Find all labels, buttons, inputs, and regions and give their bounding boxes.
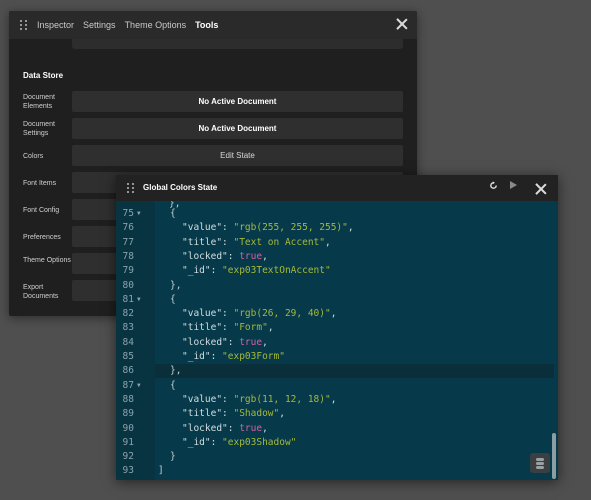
global-colors-state-window: Global Colors State }, 75 ▼{76 "value": "rg… (116, 175, 558, 480)
code-line: 86}, (116, 364, 556, 379)
close-icon[interactable] (534, 182, 548, 196)
database-icon[interactable] (530, 453, 550, 473)
line-number: 81 (122, 293, 134, 305)
line-number: 79 (122, 265, 134, 277)
code-editor[interactable]: }, 75 ▼{76 "value": "rgb(255, 255, 255)", 77… (116, 201, 558, 480)
tab-tools[interactable]: Tools (195, 20, 218, 30)
row-label-document-settings: Document Settings (23, 121, 55, 137)
row-label-font-config: Font Config (23, 207, 60, 214)
document-elements-button[interactable]: No Active Document (72, 91, 403, 112)
code-line: 79 "_id": "exp03TextOnAccent" (116, 264, 556, 278)
drag-handle-icon[interactable] (124, 181, 138, 195)
code-line: 89 "title": "Shadow", (116, 407, 556, 421)
fold-arrow-icon: ▼ (137, 295, 141, 303)
fold-arrow-icon: ▼ (137, 210, 141, 217)
line-number: 90 (122, 422, 134, 434)
line-number: 84 (122, 336, 134, 348)
line-number: 76 (122, 222, 134, 234)
code-line: 93] (116, 464, 556, 478)
row-label-document-elements: Document Elements (23, 94, 55, 110)
code-line: 80}, (116, 279, 556, 293)
line-number: 87 (122, 379, 134, 391)
code-line: 84 "locked": true, (116, 336, 556, 350)
code-line: 92} (116, 450, 556, 464)
line-number: 86 (122, 365, 134, 377)
line-number: 75 (122, 208, 134, 219)
line-number: 83 (122, 322, 134, 334)
code-line: 81 ▼{ (116, 293, 556, 307)
vertical-scrollbar[interactable] (552, 433, 556, 479)
gcs-header: Global Colors State (116, 175, 558, 201)
line-number: 88 (122, 393, 134, 405)
tab-settings[interactable]: Settings (83, 20, 116, 30)
fold-arrow-icon: ▼ (137, 381, 141, 389)
code-line: 85 "_id": "exp03Form" (116, 350, 556, 364)
line-number: 93 (122, 465, 134, 477)
window-title: Global Colors State (143, 183, 218, 192)
code-line: 75 ▼{ (116, 207, 556, 221)
tab-inspector[interactable]: Inspector (37, 20, 74, 30)
line-number: 80 (122, 279, 134, 291)
line-number: 85 (122, 351, 134, 362)
refresh-icon[interactable] (489, 181, 498, 190)
line-number: 92 (122, 451, 134, 463)
play-icon[interactable] (510, 181, 517, 189)
code-line: 90 "locked": true, (116, 422, 556, 436)
document-settings-button[interactable]: No Active Document (72, 118, 403, 139)
code-line: 82 "value": "rgb(26, 29, 40)", (116, 307, 556, 321)
code-line: 91 "_id": "exp03Shadow" (116, 436, 556, 450)
edit-state-button[interactable]: Edit State (72, 145, 403, 166)
line-number: 77 (122, 236, 134, 248)
close-icon[interactable] (395, 17, 409, 31)
line-number: 78 (122, 250, 134, 262)
code-line: 87 ▼{ (116, 379, 556, 393)
line-number: 89 (122, 408, 134, 420)
code-line: 77 "title": "Text on Accent", (116, 236, 556, 250)
inspector-header: Inspector Settings Theme Options Tools (9, 11, 417, 39)
drag-handle-icon[interactable] (17, 18, 31, 32)
code-line: 76 "value": "rgb(255, 255, 255)", (116, 221, 556, 235)
line-number: 91 (122, 436, 134, 448)
code-line: 83 "title": "Form", (116, 321, 556, 335)
tab-theme-options[interactable]: Theme Options (125, 20, 187, 30)
previous-section-button[interactable] (72, 39, 403, 49)
row-label-export-documents: Export Documents (23, 284, 59, 300)
code-line: 78 "locked": true, (116, 250, 556, 264)
row-label-theme-options: Theme Options (23, 257, 71, 264)
line-number: 82 (122, 308, 134, 320)
row-label-preferences: Preferences (23, 234, 61, 241)
code-line: 88 "value": "rgb(11, 12, 18)", (116, 393, 556, 407)
row-label-font-items: Font Items (23, 180, 57, 187)
row-label-colors: Colors (23, 153, 44, 160)
section-title: Data Store (23, 71, 64, 80)
